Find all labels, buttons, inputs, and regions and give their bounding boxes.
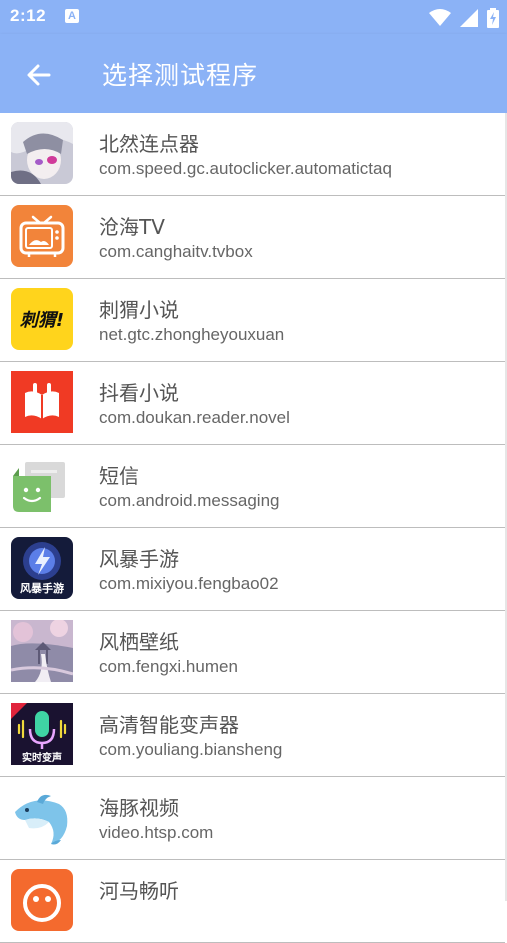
dolphin-icon [11, 786, 73, 848]
list-item[interactable]: 沧海TV com.canghaitv.tvbox [0, 196, 505, 279]
storm-logo-icon: 风暴手游 [11, 537, 73, 599]
app-package: net.gtc.zhongheyouxuan [99, 325, 285, 344]
app-package: com.doukan.reader.novel [99, 408, 290, 427]
app-name: 风栖壁纸 [99, 630, 179, 654]
app-name: 高清智能变声器 [99, 713, 239, 737]
app-name: 风暴手游 [99, 547, 179, 571]
app-package: com.youliang.biansheng [99, 740, 283, 759]
list-item[interactable]: 短信 com.android.messaging [0, 445, 505, 528]
status-time: 2:12 [10, 6, 47, 25]
microphone-icon: 实时变声 [11, 703, 73, 765]
cihu-logo-text: 刺猬! [19, 310, 65, 331]
hippo-icon [11, 869, 73, 931]
back-button[interactable] [22, 58, 56, 92]
list-item[interactable]: 北然连点器 com.speed.gc.autoclicker.automatic… [0, 113, 505, 196]
app-name: 河马畅听 [99, 879, 179, 903]
app-package: com.canghaitv.tvbox [99, 242, 253, 261]
list-item[interactable]: 实时变声 高清智能变声器 com.youliang.biansheng [0, 694, 505, 777]
app-package: com.mixiyou.fengbao02 [99, 574, 279, 593]
app-name: 抖看小说 [99, 381, 179, 405]
list-item[interactable]: 抖看小说 com.doukan.reader.novel [0, 362, 505, 445]
app-package: video.htsp.com [99, 823, 214, 842]
app-bar: 选择测试程序 [0, 34, 507, 113]
app-package: com.speed.gc.autoclicker.automatictaq [99, 159, 392, 178]
list-item[interactable]: 风栖壁纸 com.fengxi.humen [0, 611, 505, 694]
app-package: com.fengxi.humen [99, 657, 238, 676]
app-package: com.android.messaging [99, 491, 280, 510]
app-name: 北然连点器 [99, 132, 199, 156]
arrow-left-icon [27, 64, 51, 86]
app-name: 短信 [99, 464, 139, 488]
message-smiley-icon [11, 454, 73, 516]
cihu-logo-icon: 刺猬! [11, 288, 73, 350]
signal-icon [459, 8, 478, 27]
list-item[interactable]: 海豚视频 video.htsp.com [0, 777, 505, 860]
status-bar: 2:12 A [0, 0, 507, 34]
wallpaper-icon [11, 620, 73, 682]
app-list: 北然连点器 com.speed.gc.autoclicker.automatic… [0, 113, 505, 943]
open-book-icon [11, 371, 73, 433]
list-item[interactable]: 刺猬! 刺猬小说 net.gtc.zhongheyouxuan [0, 279, 505, 362]
wifi-icon [428, 8, 451, 26]
list-item[interactable]: 风暴手游 风暴手游 com.mixiyou.fengbao02 [0, 528, 505, 611]
battery-icon [487, 7, 499, 28]
app-name: 海豚视频 [99, 796, 179, 820]
app-name: 刺猬小说 [99, 298, 179, 322]
list-item[interactable]: 河马畅听 [0, 860, 505, 943]
tv-icon [11, 205, 73, 267]
app-name: 沧海TV [99, 215, 165, 239]
storm-logo-text: 风暴手游 [20, 582, 64, 595]
microphone-logo-text: 实时变声 [22, 753, 62, 764]
anime-girl-icon [11, 122, 73, 184]
status-icons [425, 7, 499, 28]
page-title: 选择测试程序 [102, 61, 259, 90]
notification-a-icon: A [65, 9, 79, 23]
